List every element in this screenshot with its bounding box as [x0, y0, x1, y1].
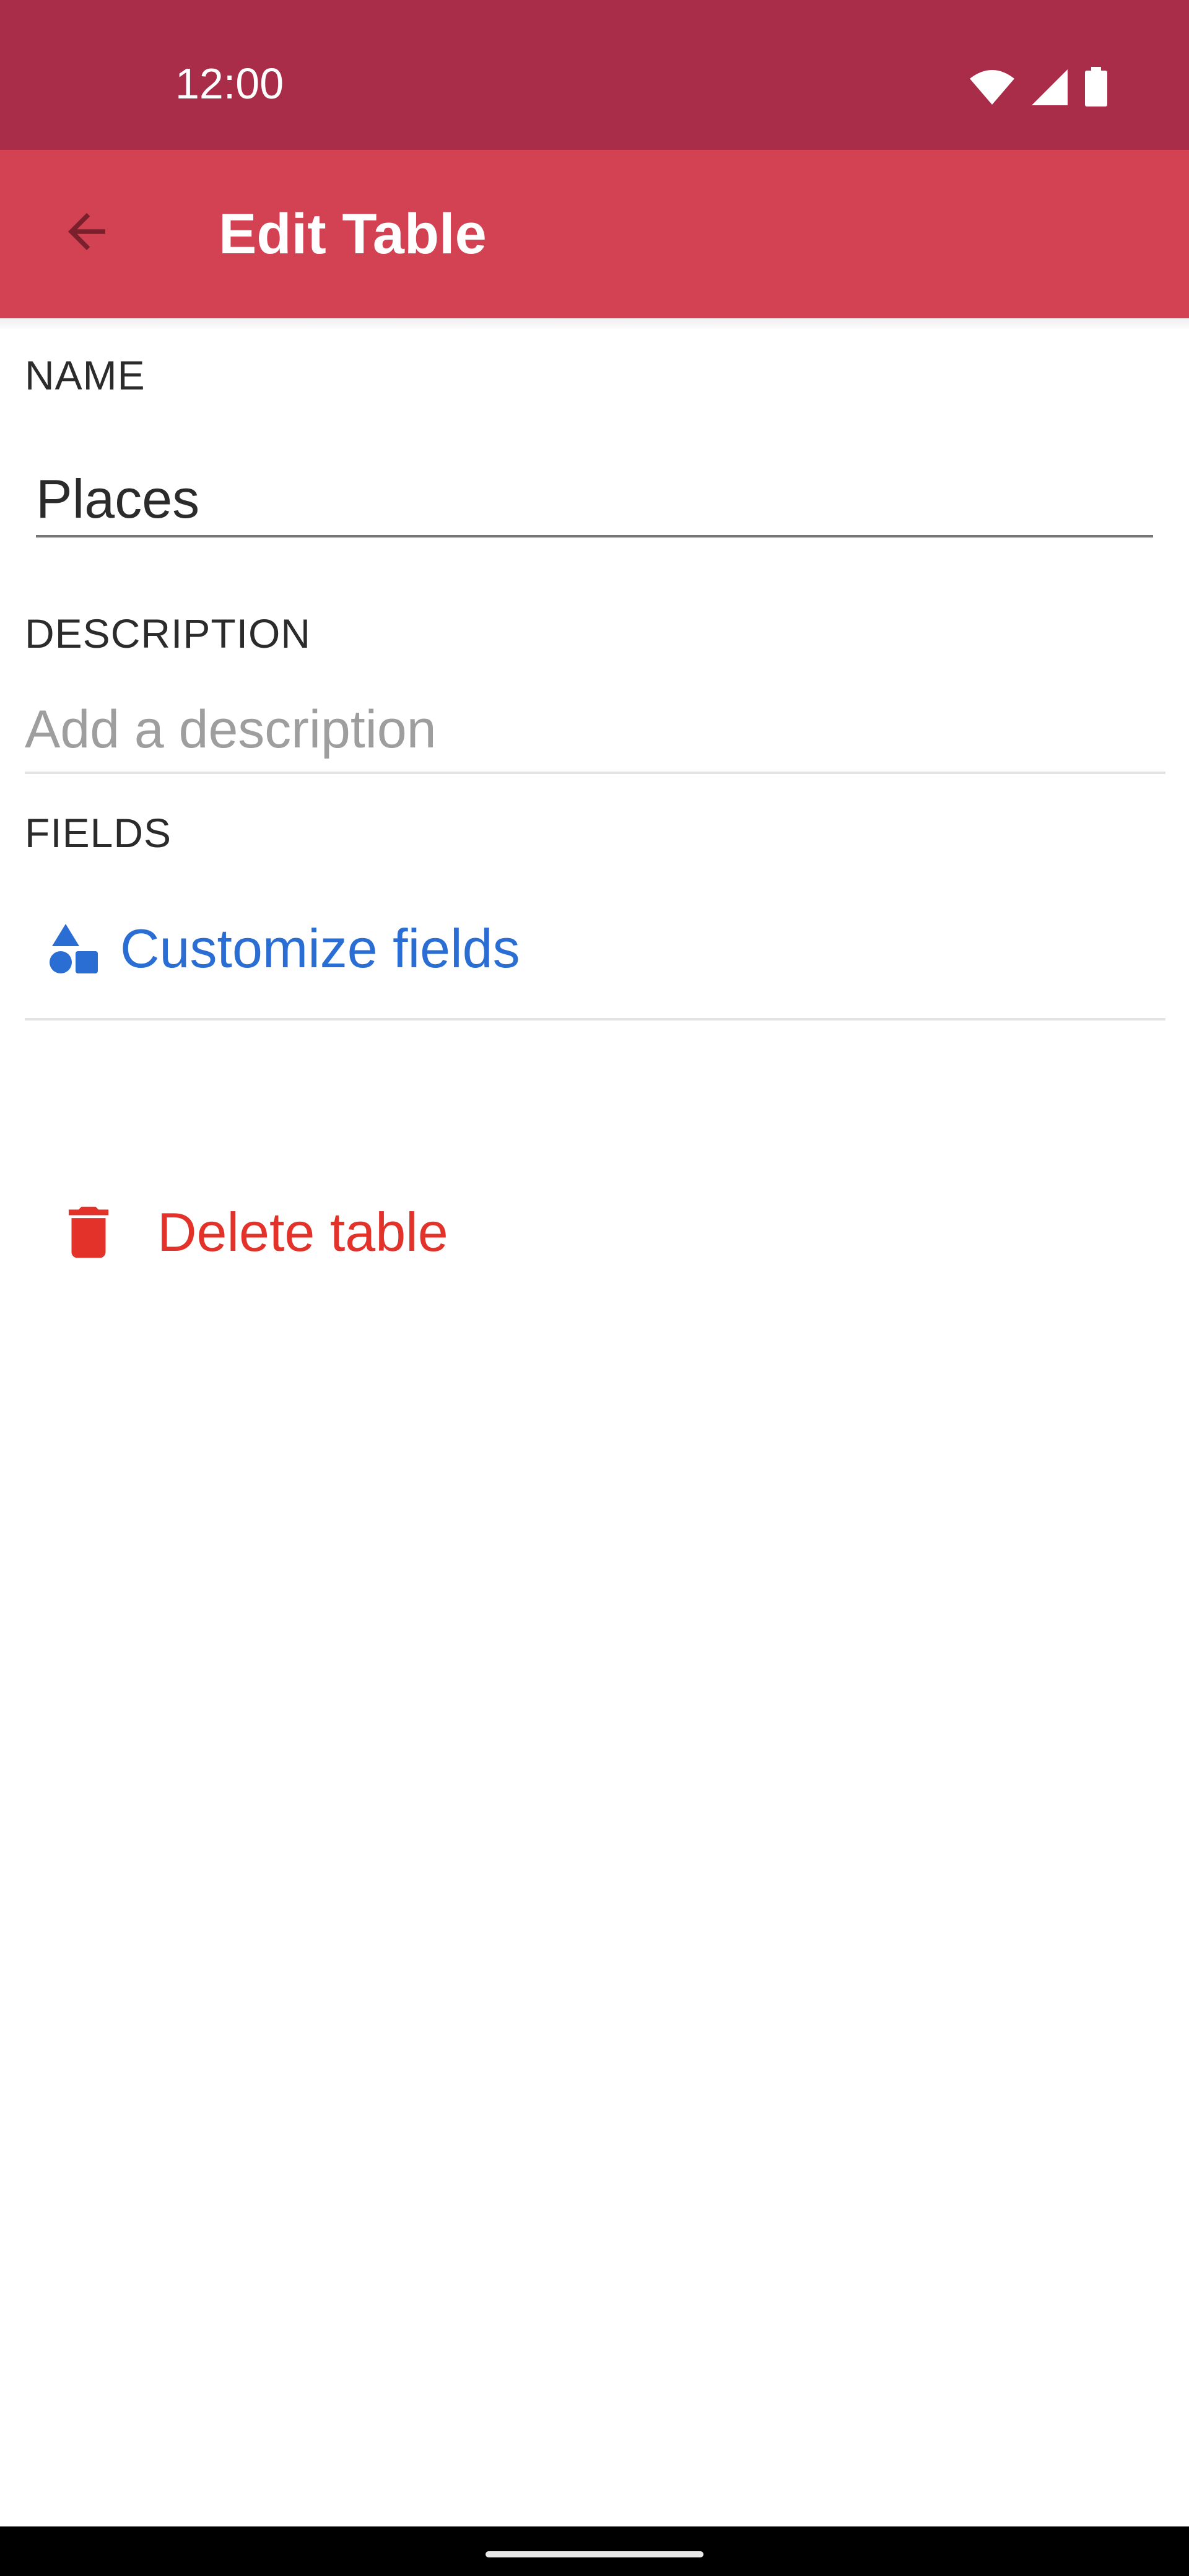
navigation-bar — [0, 2526, 1189, 2576]
trash-icon — [68, 1206, 109, 1258]
page-title: Edit Table — [219, 202, 487, 266]
customize-fields-button[interactable]: Customize fields — [25, 879, 1165, 1020]
description-field[interactable] — [25, 687, 1165, 774]
delete-table-button[interactable]: Delete table — [54, 1189, 448, 1276]
back-button[interactable] — [43, 188, 130, 275]
signal-icon — [1032, 69, 1068, 105]
name-field[interactable] — [36, 463, 1153, 537]
status-bar: 12:00 — [0, 0, 1189, 150]
fields-label: FIELDS — [25, 810, 172, 856]
arrow-back-icon — [68, 213, 105, 250]
shapes-icon — [50, 924, 98, 973]
status-icons — [969, 67, 1108, 108]
edit-table-screen: 12:00 Edit Table NAME DESCRIPTION F — [0, 0, 1189, 2576]
battery-icon — [1085, 67, 1107, 107]
app-bar: Edit Table — [0, 150, 1189, 318]
name-label: NAME — [25, 352, 146, 398]
delete-table-label: Delete table — [157, 1201, 448, 1263]
customize-fields-label: Customize fields — [120, 918, 520, 979]
gesture-handle[interactable] — [486, 2551, 703, 2557]
description-label: DESCRIPTION — [25, 611, 311, 656]
status-time: 12:00 — [175, 59, 284, 108]
app-bar-shadow — [0, 318, 1189, 331]
wifi-icon — [970, 70, 1014, 105]
